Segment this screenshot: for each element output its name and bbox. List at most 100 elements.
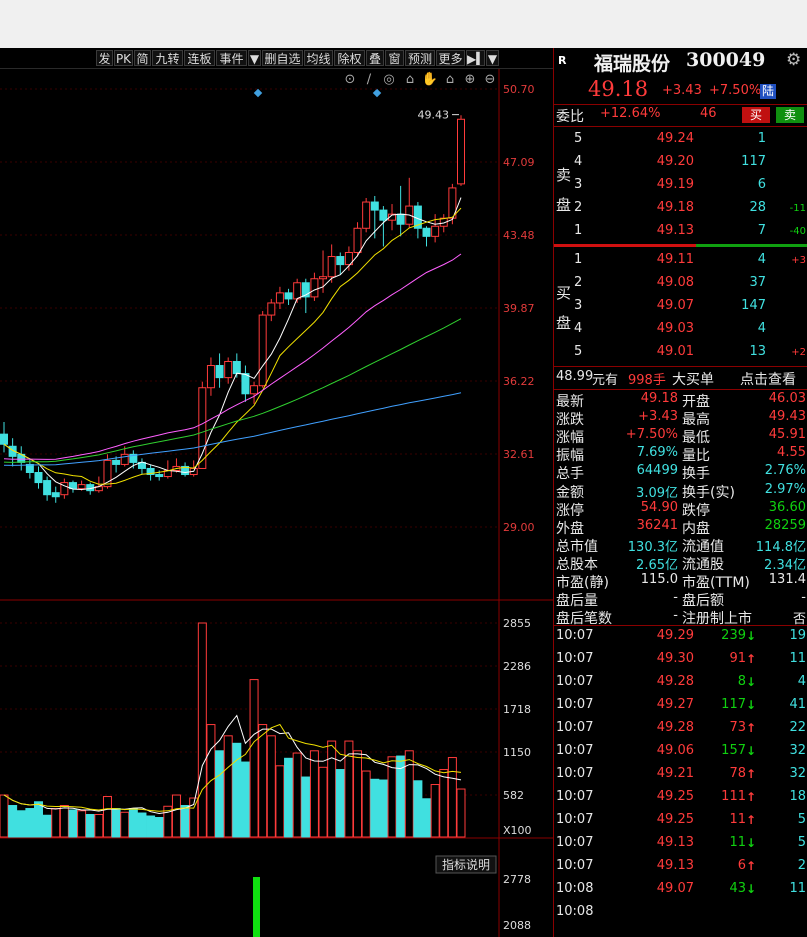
big-order-link[interactable]: 点击查看 [740, 369, 796, 389]
tick-row[interactable]: 10:07 49.29 239 ↓ 19 [554, 628, 807, 646]
toolbar-button-3[interactable]: 九转 [152, 50, 183, 66]
toolbar-button-7[interactable]: 删自选 [262, 50, 303, 66]
volume-bar [387, 756, 397, 838]
stat-value: - [673, 590, 678, 606]
volume-bar [146, 815, 156, 838]
event-marker-icon[interactable] [253, 88, 263, 98]
asks-level-5[interactable]: 5 49.24 1 [554, 131, 807, 149]
tick-volume: 6 [737, 858, 746, 873]
bids-level-1[interactable]: 1 49.11 4 +3 [554, 252, 807, 270]
tick-count: 41 [789, 697, 806, 712]
stat-label: 总市值 [556, 538, 598, 555]
moving-average-line [3, 253, 462, 460]
toolbar-button-5[interactable]: 事件 [216, 50, 247, 66]
tick-row[interactable]: 10:07 49.13 6 ↑ 2 [554, 858, 807, 876]
candle-body [215, 365, 224, 379]
price-tick-label: 39.87 [503, 302, 535, 315]
volume-bar [85, 814, 95, 838]
tick-row[interactable]: 10:07 49.25 111 ↑ 18 [554, 789, 807, 807]
big-order-row[interactable]: 48.99 元有 998手 大买单 点击查看 [554, 369, 807, 389]
volume-bar [430, 784, 440, 838]
tick-time: 10:08 [556, 904, 594, 919]
arrow-up-icon: ↑ [746, 790, 757, 804]
tick-row[interactable]: 10:07 49.25 11 ↑ 5 [554, 812, 807, 830]
candlestick-chart[interactable]: ⊙ ∕ ◎ ⌂ ✋ ⌂ ⊕ ⊖ 50.70 47.09 43.48 39.87 36.22 32.61 29… [0, 69, 553, 601]
sell-button[interactable]: 卖 [776, 107, 804, 123]
bids-level-2[interactable]: 2 49.08 37 [554, 275, 807, 293]
volume-bar [59, 805, 69, 838]
gear-icon[interactable]: ⚙ [786, 50, 801, 70]
arrow-down-icon: ↓ [746, 744, 757, 758]
candle-body [336, 256, 345, 266]
tick-price: 49.30 [656, 651, 694, 666]
volume-bar [327, 740, 337, 838]
stat-value: 115.0 [640, 572, 678, 587]
toolbar-button-10[interactable]: 叠 [366, 50, 384, 66]
toolbar-button-9[interactable]: 除权 [334, 50, 365, 66]
indicator-tick-label: 2778 [503, 873, 531, 886]
stat-row: 总市值 130.3亿 流通值 114.8亿 [554, 536, 807, 555]
volume-bar [171, 794, 181, 838]
zoom-in-icon[interactable]: ⊕ [465, 72, 476, 87]
volume-tick-label: 2286 [503, 660, 531, 673]
toolbar-button-4[interactable]: 连板 [184, 50, 215, 66]
settings-circle-icon[interactable]: ⊙ [345, 72, 356, 87]
tick-row[interactable]: 10:07 49.30 91 ↑ 11 [554, 651, 807, 669]
toolbar-button-8[interactable]: 均线 [304, 50, 333, 66]
asks-level-2[interactable]: 2 49.18 28 -11 [554, 200, 807, 218]
stat-label: 量比 [682, 448, 710, 465]
stat-value: 64499 [636, 463, 678, 479]
asks-level-3[interactable]: 3 49.19 6 [554, 177, 807, 195]
toolbar-button-2[interactable]: 简 [134, 50, 151, 66]
toolbar-button-1[interactable]: PK [114, 50, 133, 66]
tick-time: 10:07 [556, 858, 594, 873]
toolbar-button-11[interactable]: 窗 [385, 50, 404, 66]
toolbar-button-12[interactable]: 预测 [405, 50, 435, 66]
home-icon[interactable]: ⌂ [406, 72, 414, 87]
tick-time: 10:07 [556, 720, 594, 735]
volume-chart[interactable]: 2855 2286 1718 1150 582 X100 [0, 601, 553, 839]
stock-name: 福瑞股份 [594, 53, 671, 75]
stat-value: - [673, 608, 678, 624]
tick-time: 10:07 [556, 651, 594, 666]
zoom-out-icon[interactable]: ⊖ [485, 72, 496, 87]
toolbar-button-13[interactable]: 更多 [436, 50, 465, 66]
toolbar-button-15[interactable]: ▼ [486, 50, 499, 66]
indicator-chart[interactable]: 指标说明 2778 2088 [0, 839, 553, 937]
tick-row[interactable]: 10:07 49.27 117 ↓ 41 [554, 697, 807, 715]
draw-pen-icon[interactable]: ∕ [367, 72, 372, 87]
tick-price: 49.25 [656, 789, 694, 804]
eye-icon[interactable]: ◎ [383, 72, 394, 87]
lock-icon[interactable]: ⌂ [446, 72, 454, 87]
hand-icon[interactable]: ✋ [422, 71, 438, 87]
tick-row[interactable]: 10:07 49.13 11 ↓ 5 [554, 835, 807, 853]
bids-volume: 147 [741, 298, 766, 313]
tick-row[interactable]: 10:07 49.21 78 ↑ 32 [554, 766, 807, 784]
volume-bar [447, 757, 457, 838]
toolbar-button-6[interactable]: ▼ [248, 50, 261, 66]
volume-bar [422, 798, 432, 838]
quote-panel: R 福瑞股份 300049 ⚙ 49.18 +3.43 +7.50% 陆 委比 … [553, 48, 807, 937]
bids-level-4[interactable]: 4 49.03 4 [554, 321, 807, 339]
tick-row[interactable]: 10:08 49.07 43 ↓ 11 [554, 881, 807, 899]
big-order-unit: 元有 [592, 373, 619, 388]
event-marker-icon[interactable] [372, 88, 382, 98]
tick-row[interactable]: 10:07 49.28 73 ↑ 22 [554, 720, 807, 738]
tick-row[interactable]: 10:07 49.06 157 ↓ 32 [554, 743, 807, 761]
bids-level-3[interactable]: 3 49.07 147 [554, 298, 807, 316]
asks-level-1[interactable]: 1 49.13 7 -40 [554, 223, 807, 241]
bids-level-5[interactable]: 5 49.01 13 +2 [554, 344, 807, 362]
candle-body [362, 201, 371, 229]
tick-row[interactable]: 10:08 [554, 904, 807, 922]
arrow-up-icon: ↑ [746, 721, 757, 735]
stock-badge: R [558, 54, 567, 67]
toolbar-button-0[interactable]: 发 [96, 50, 113, 66]
buy-button[interactable]: 买 [742, 107, 770, 123]
toolbar-button-14[interactable]: ▶▍ [466, 50, 485, 66]
tick-count: 19 [789, 628, 806, 643]
bids-level-number: 3 [574, 298, 583, 313]
tick-row[interactable]: 10:07 49.28 8 ↓ 4 [554, 674, 807, 692]
volume-bar [309, 750, 319, 838]
market-tag[interactable]: 陆 [760, 84, 777, 99]
asks-level-4[interactable]: 4 49.20 117 [554, 154, 807, 172]
